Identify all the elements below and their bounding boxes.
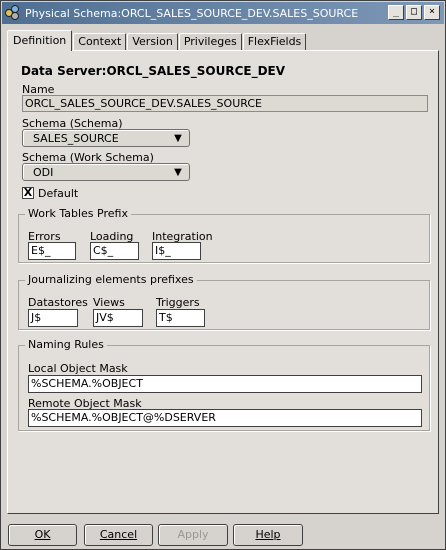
schema-dropdown-value: SALES_SOURCE bbox=[33, 131, 119, 145]
help-button[interactable]: Help bbox=[233, 524, 303, 546]
integration-input[interactable]: I$_ bbox=[152, 242, 201, 260]
loading-input[interactable]: C$_ bbox=[90, 242, 139, 260]
naming-rules-legend: Naming Rules bbox=[25, 338, 107, 351]
schema-dropdown[interactable]: SALES_SOURCE ▼ bbox=[22, 129, 190, 147]
work-schema-dropdown[interactable]: ODI ▼ bbox=[22, 163, 190, 181]
triggers-input[interactable]: T$ bbox=[156, 309, 205, 327]
chevron-down-icon[interactable]: ▼ bbox=[167, 167, 189, 178]
tab-privileges[interactable]: Privileges bbox=[178, 33, 242, 51]
default-checkbox[interactable]: X bbox=[22, 187, 34, 199]
triggers-label: Triggers bbox=[156, 296, 200, 309]
physical-schema-window: Physical Schema:ORCL_SALES_SOURCE_DEV.SA… bbox=[0, 0, 446, 550]
ok-button-label: OK bbox=[34, 528, 51, 541]
journalizing-prefixes-legend: Journalizing elements prefixes bbox=[25, 273, 197, 286]
errors-input[interactable]: E$_ bbox=[28, 242, 76, 260]
definition-panel: Data Server:ORCL_SALES_SOURCE_DEV Name O… bbox=[7, 50, 439, 514]
apply-button[interactable]: Apply bbox=[158, 524, 228, 546]
work-tables-prefix-group: Work Tables Prefix bbox=[18, 207, 430, 263]
window-title: Physical Schema:ORCL_SALES_SOURCE_DEV.SA… bbox=[25, 6, 359, 20]
cancel-button-label: Cancel bbox=[99, 528, 138, 541]
default-label: Default bbox=[38, 187, 79, 200]
help-button-label: Help bbox=[255, 528, 281, 541]
datastores-input[interactable]: J$ bbox=[28, 309, 78, 327]
remote-object-mask-input[interactable]: %SCHEMA.%OBJECT@%DSERVER bbox=[28, 409, 422, 427]
work-schema-dropdown-value: ODI bbox=[33, 165, 54, 179]
maximize-icon[interactable]: □ bbox=[406, 5, 422, 20]
local-object-mask-input[interactable]: %SCHEMA.%OBJECT bbox=[28, 375, 422, 393]
work-tables-prefix-legend: Work Tables Prefix bbox=[25, 207, 131, 220]
chevron-down-icon[interactable]: ▼ bbox=[167, 133, 189, 144]
views-label: Views bbox=[93, 296, 125, 309]
data-server-title: Data Server:ORCL_SALES_SOURCE_DEV bbox=[21, 64, 286, 78]
tab-definition[interactable]: Definition bbox=[7, 30, 73, 51]
tab-strip: Definition Context Version Privileges Fl… bbox=[7, 30, 307, 51]
tab-flexfields[interactable]: FlexFields bbox=[242, 33, 307, 51]
cancel-button[interactable]: Cancel bbox=[84, 524, 153, 546]
views-input[interactable]: JV$ bbox=[93, 309, 143, 327]
apply-button-label: Apply bbox=[177, 528, 209, 541]
datastores-label: Datastores bbox=[28, 296, 88, 309]
local-object-mask-label: Local Object Mask bbox=[28, 362, 128, 375]
tab-version[interactable]: Version bbox=[127, 33, 178, 51]
physical-schema-icon bbox=[5, 5, 21, 21]
tab-context[interactable]: Context bbox=[73, 33, 127, 51]
ok-button[interactable]: OK bbox=[8, 524, 77, 546]
title-bar[interactable]: Physical Schema:ORCL_SALES_SOURCE_DEV.SA… bbox=[2, 2, 444, 24]
minimize-icon[interactable]: _ bbox=[388, 5, 404, 20]
name-field: ORCL_SALES_SOURCE_DEV.SALES_SOURCE bbox=[22, 95, 428, 112]
close-icon[interactable]: × bbox=[424, 5, 440, 20]
